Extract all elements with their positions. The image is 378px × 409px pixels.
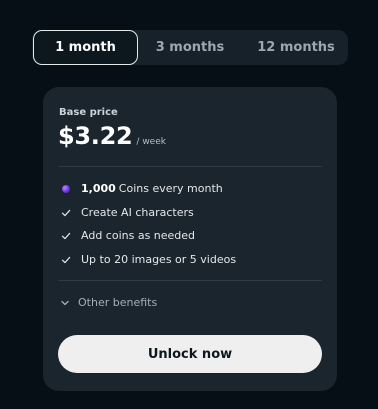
other-benefits-label: Other benefits [78,296,158,309]
feature-item-media: Up to 20 images or 5 videos [60,253,236,266]
divider [59,166,322,167]
other-benefits-toggle[interactable]: Other benefits [60,296,157,309]
feature-item-characters: Create AI characters [60,206,194,219]
billing-period-tabs: 1 month 3 months 12 months [32,30,348,65]
feature-item-coins: 1,000 Coins every month [60,182,223,195]
feature-coins-amount: 1,000 [81,182,116,195]
tab-3-months[interactable]: 3 months [142,30,238,65]
pricing-card: Base price $3.22 / week 1,000 Coins ever… [43,87,337,391]
check-icon [60,230,72,242]
divider [59,280,322,281]
unlock-now-button[interactable]: Unlock now [58,335,322,373]
check-icon [60,207,72,219]
feature-label: Up to 20 images or 5 videos [81,253,237,266]
price-period: / week [136,137,166,147]
feature-item-add-coins: Add coins as needed [60,229,195,242]
tab-12-months[interactable]: 12 months [246,30,346,65]
price-amount: $3.22 [58,122,133,150]
coin-icon [60,183,72,195]
tab-1-month[interactable]: 1 month [33,30,138,65]
feature-label: Coins every month [118,182,223,195]
base-price-label: Base price [59,107,118,118]
price-row: $3.22 / week [58,122,166,150]
feature-label: Add coins as needed [81,229,196,242]
feature-label: Create AI characters [81,206,194,219]
check-icon [60,254,72,266]
chevron-down-icon [60,298,70,308]
